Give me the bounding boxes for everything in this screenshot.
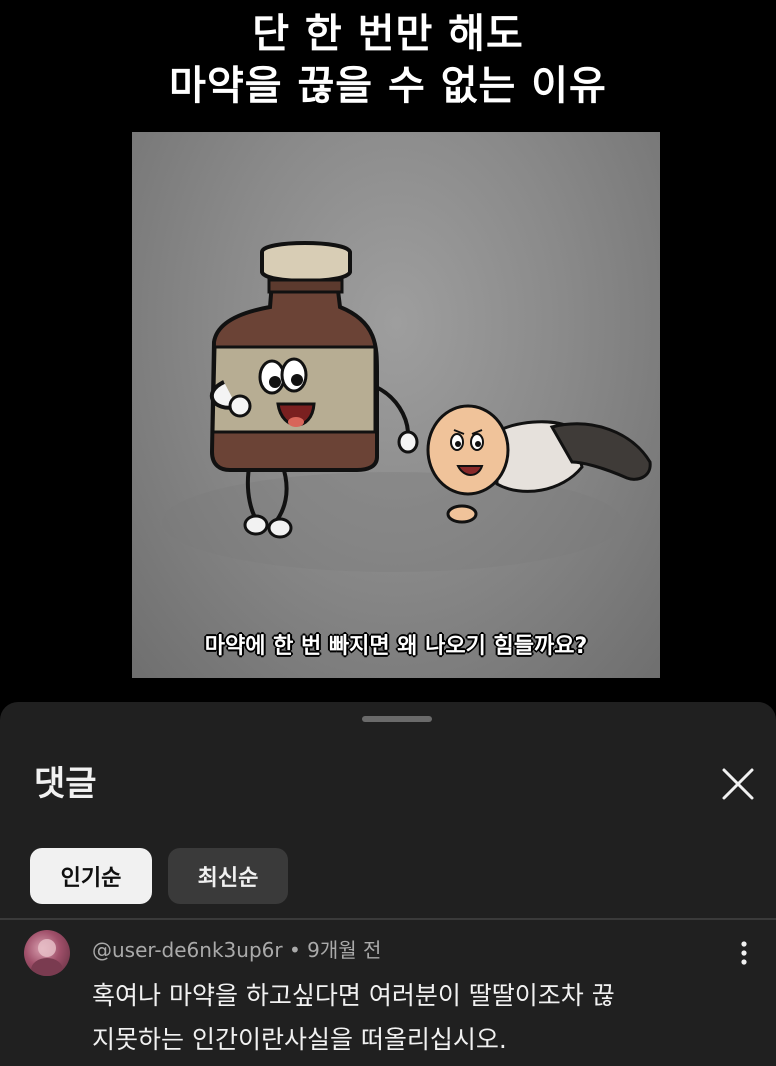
sort-chip-newest[interactable]: 최신순 (168, 848, 288, 904)
video-title-line-1: 단 한 번만 해도 (252, 11, 524, 57)
close-icon[interactable] (716, 762, 760, 806)
video-title-line-2: 마약을 끊을 수 없는 이유 (169, 63, 607, 109)
comment-time: 9개월 전 (307, 938, 382, 962)
sort-chip-popular[interactable]: 인기순 (30, 848, 152, 904)
avatar[interactable] (24, 930, 70, 976)
meta-separator: • (288, 938, 301, 962)
cartoon-illustration (162, 241, 652, 572)
video-caption: 마약에 한 번 빠지면 왜 나오기 힘들까요? (204, 634, 588, 659)
comment-text-line-1: 혹여나 마약을 하고싶다면 여러분이 딸딸이조차 끊 (92, 981, 615, 1010)
comment-meta: @user-de6nk3up6r • 9개월 전 (92, 934, 381, 963)
comment-text: 혹여나 마약을 하고싶다면 여러분이 딸딸이조차 끊 지못하는 인간이란사실을 … (92, 974, 742, 1062)
comments-sheet: 댓글 인기순 최신순 @user-de6nk3up6r • 9개월 전 혹여나 … (0, 702, 776, 1066)
comments-title: 댓글 (34, 764, 97, 804)
comment-text-line-2: 지못하는 인간이란사실을 떠올리십시오. (92, 1025, 507, 1054)
more-options-icon[interactable] (734, 938, 754, 968)
video-title: 단 한 번만 해도 마약을 끊을 수 없는 이유 (0, 8, 776, 112)
drag-handle[interactable] (362, 716, 432, 722)
divider (0, 918, 776, 920)
comment-author[interactable]: @user-de6nk3up6r (92, 938, 283, 962)
video-frame[interactable]: 마약에 한 번 빠지면 왜 나오기 힘들까요? (132, 132, 660, 678)
